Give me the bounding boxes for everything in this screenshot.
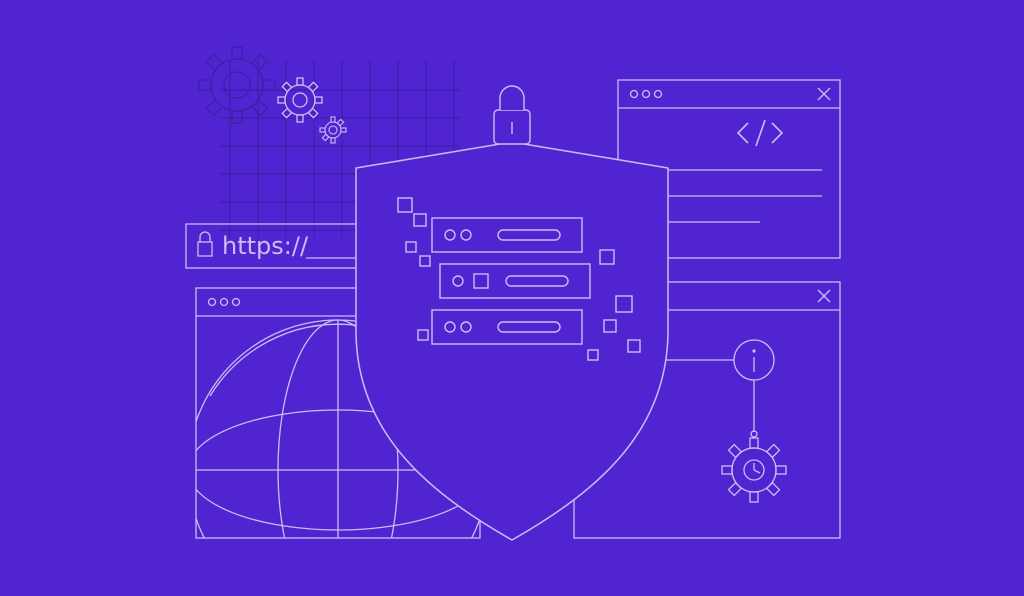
address-bar-scheme: https://	[222, 232, 309, 260]
close-icon	[818, 88, 830, 100]
window-dots-icon	[631, 91, 662, 98]
gear-icon	[199, 47, 275, 123]
shield-icon	[356, 142, 668, 540]
code-icon	[738, 120, 782, 146]
close-icon	[818, 290, 830, 302]
padlock-icon	[198, 232, 212, 256]
gear-icon	[722, 438, 786, 502]
gear-icon	[278, 78, 322, 122]
padlock-icon	[494, 86, 530, 144]
info-icon	[734, 340, 774, 380]
window-dots-icon	[209, 299, 240, 306]
